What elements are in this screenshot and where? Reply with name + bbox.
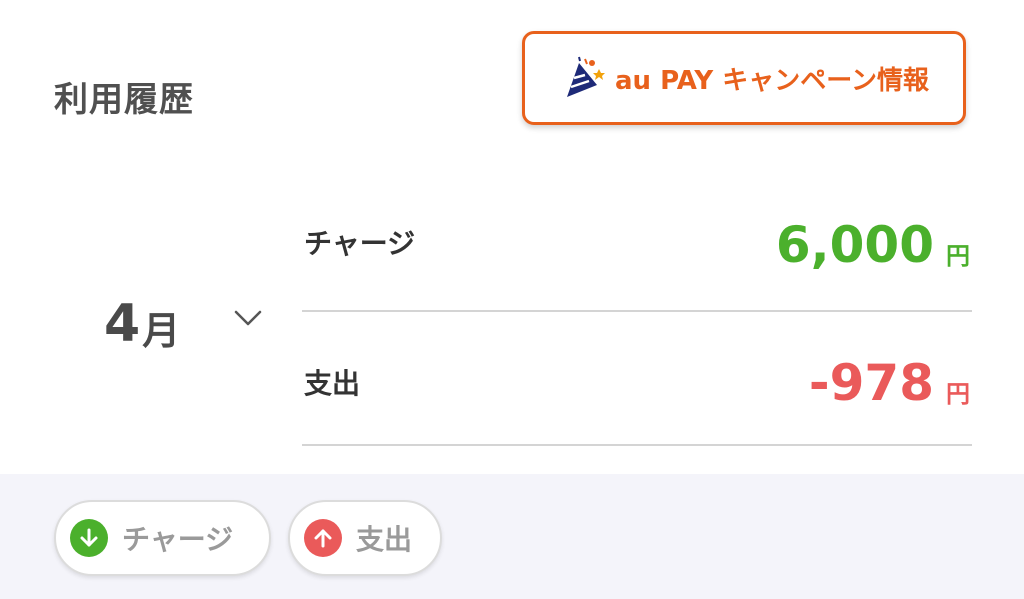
month-number: 4 bbox=[104, 293, 141, 354]
charge-summary-row: チャージ 6,000 円 bbox=[302, 192, 972, 312]
charge-filter-chip[interactable]: チャージ bbox=[54, 500, 271, 576]
arrow-up-icon bbox=[304, 519, 342, 557]
expense-summary-row: 支出 -978 円 bbox=[302, 326, 972, 446]
charge-label: チャージ bbox=[304, 227, 416, 260]
expense-currency: 円 bbox=[946, 380, 970, 408]
campaign-info-button[interactable]: au PAY キャンペーン情報 bbox=[522, 31, 966, 125]
party-popper-icon bbox=[559, 55, 605, 101]
charge-amount: 6,000 bbox=[775, 216, 934, 274]
chevron-down-icon bbox=[232, 302, 264, 334]
page-title: 利用履歴 bbox=[54, 80, 194, 120]
campaign-button-label: au PAY キャンペーン情報 bbox=[615, 65, 929, 96]
charge-filter-label: チャージ bbox=[122, 523, 234, 556]
month-selector[interactable]: 4 月 bbox=[104, 292, 262, 355]
expense-amount: -978 bbox=[808, 354, 934, 412]
month-unit: 月 bbox=[142, 309, 181, 353]
arrow-down-icon bbox=[70, 519, 108, 557]
charge-currency: 円 bbox=[946, 242, 970, 270]
expense-filter-label: 支出 bbox=[356, 523, 413, 556]
filter-bar: チャージ 支出 bbox=[0, 474, 1024, 599]
expense-filter-chip[interactable]: 支出 bbox=[288, 500, 442, 576]
expense-label: 支出 bbox=[304, 367, 361, 400]
